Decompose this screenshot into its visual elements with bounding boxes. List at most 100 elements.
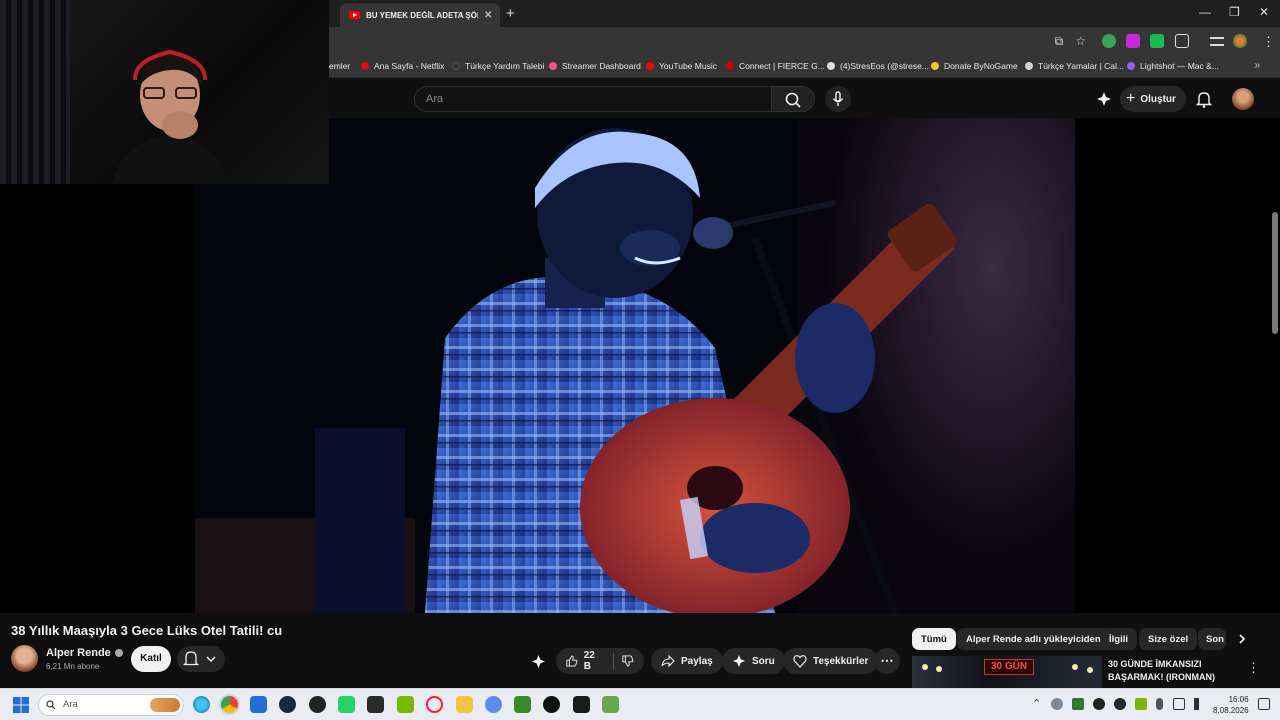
reading-list-icon[interactable] (1210, 37, 1224, 46)
thumbnail-badge-text: 30 GÜN (984, 659, 1034, 675)
channel-avatar[interactable] (11, 645, 38, 672)
bookmark-item[interactable]: emler (329, 61, 350, 71)
extension-twitch-icon[interactable] (1126, 34, 1140, 48)
yamalar-icon (1025, 62, 1033, 70)
video-title: 38 Yıllık Maaşıyla 3 Gece Lüks Otel Tati… (11, 623, 283, 638)
microphone-icon (832, 91, 844, 106)
browser-tab-active[interactable]: BU YEMEK DEĞİL ADETA ŞÖLEN ✕ (340, 3, 500, 27)
subscriber-count: 6,21 Mn abone (46, 662, 100, 671)
extension-shield-icon[interactable] (1102, 34, 1116, 48)
media-player-app-icon[interactable] (573, 696, 590, 713)
page-scrollbar[interactable] (1272, 212, 1278, 334)
chip-all[interactable]: Tümü (912, 628, 956, 650)
bookmark-item[interactable]: Ana Sayfa - Netflix (361, 61, 444, 71)
youtube-music-icon (646, 62, 654, 70)
minimize-icon[interactable]: — (1199, 5, 1211, 19)
search-input[interactable]: Ara (414, 86, 772, 112)
create-button[interactable]: + Oluştur (1120, 86, 1186, 112)
tray-microphone-icon[interactable] (1156, 698, 1163, 710)
bookmark-item[interactable]: Connect | FIERCE G... (726, 61, 825, 71)
search-button[interactable] (771, 86, 815, 112)
share-button[interactable]: Paylaş (651, 648, 723, 674)
gemini-sparkle-icon[interactable] (1096, 91, 1112, 107)
recommendation-menu-icon[interactable]: ⋮ (1247, 660, 1260, 676)
bookmark-item[interactable]: Türkçe Yardım Talebi (452, 61, 544, 71)
chip-for-you[interactable]: Size özel (1139, 628, 1198, 650)
bookmark-star-icon[interactable]: ☆ (1075, 34, 1086, 49)
tray-cloud-icon[interactable] (1051, 698, 1063, 710)
tray-notification-icon[interactable] (1258, 698, 1270, 710)
like-count[interactable]: 22 B (584, 650, 602, 672)
bookmark-item[interactable]: Donate ByNoGame (931, 61, 1018, 71)
tray-volume-icon[interactable] (1194, 698, 1206, 710)
tray-network-icon[interactable] (1173, 698, 1185, 710)
game-cube-app-icon[interactable] (602, 696, 619, 713)
steam-app-icon[interactable] (279, 696, 296, 713)
chip-recent[interactable]: Son (1198, 628, 1226, 650)
thanks-heart-dollar-icon (793, 655, 807, 668)
channel-name[interactable]: Alper Rende (46, 647, 111, 659)
like-thumb-icon[interactable] (566, 654, 578, 668)
more-actions-button[interactable]: ⋯ (874, 648, 900, 674)
tab-title: BU YEMEK DEĞİL ADETA ŞÖLEN (366, 10, 478, 20)
taskbar-clock[interactable]: 16:06 8.08.2026 (1213, 694, 1249, 716)
edge-app-icon[interactable] (193, 696, 210, 713)
chip-related[interactable]: İlgili (1100, 628, 1137, 650)
opera-app-icon[interactable] (426, 696, 443, 713)
video-player[interactable] (195, 118, 1075, 613)
ask-gemini-sparkle-icon[interactable] (531, 654, 546, 669)
voice-search-button[interactable] (825, 86, 851, 112)
extensions-puzzle-icon[interactable] (1175, 34, 1189, 48)
tray-steam-icon[interactable] (1114, 698, 1126, 710)
tray-obs-icon[interactable] (1093, 698, 1105, 710)
epic-games-app-icon[interactable] (367, 696, 384, 713)
like-divider (613, 653, 615, 669)
ask-sparkle-icon (732, 654, 746, 668)
tray-app-icon[interactable] (1072, 698, 1084, 710)
bookmarks-overflow-icon[interactable]: » (1254, 60, 1260, 71)
plus-icon: + (1126, 90, 1136, 107)
video-frame-image (195, 118, 1075, 613)
chips-next-chevron-icon[interactable] (1236, 633, 1248, 645)
chrome-app-icon[interactable] (221, 696, 238, 713)
account-avatar[interactable] (1232, 88, 1254, 110)
obs-app-icon[interactable] (309, 696, 326, 713)
whatsapp-app-icon[interactable] (338, 696, 355, 713)
more-horizontal-icon: ⋯ (880, 653, 894, 668)
tray-nvidia-icon[interactable] (1135, 698, 1147, 710)
connector-app-icon[interactable] (485, 696, 502, 713)
notifications-bell-icon[interactable] (1196, 90, 1212, 108)
install-app-icon[interactable]: ⧉ (1055, 34, 1064, 49)
close-window-icon[interactable]: ✕ (1259, 5, 1269, 19)
ask-button[interactable]: Soru (722, 648, 785, 674)
bookmark-item[interactable]: (4)StresEos (@strese... (827, 61, 929, 71)
dislike-thumb-icon[interactable] (622, 654, 634, 668)
github-app-icon[interactable] (543, 696, 560, 713)
extension-kick-icon[interactable] (1150, 34, 1164, 48)
restore-icon[interactable]: ❐ (1229, 5, 1240, 19)
share-arrow-icon (661, 654, 675, 668)
channel-name-row[interactable]: Alper Rende (46, 647, 123, 659)
youtube-favicon-icon (349, 11, 360, 19)
bookmark-item[interactable]: YouTube Music (646, 61, 717, 71)
join-button[interactable]: Katıl (131, 646, 171, 672)
store-app-icon[interactable] (250, 696, 267, 713)
recommendation-thumbnail[interactable]: 30 GÜN (912, 656, 1102, 688)
recommendation-title[interactable]: 30 GÜNDE İMKANSIZI BAŞARMAK! (IRONMAN) (1108, 658, 1215, 684)
nvidia-app-icon[interactable] (397, 696, 414, 713)
profile-avatar-icon[interactable] (1233, 34, 1247, 48)
windows-start-icon[interactable] (13, 697, 29, 713)
tray-overflow-chevron-icon[interactable]: ⌃ (1032, 697, 1041, 710)
bookmark-item[interactable]: Türkçe Yamalar | Cal... (1025, 61, 1124, 71)
file-explorer-app-icon[interactable] (456, 696, 473, 713)
tab-close-icon[interactable]: ✕ (484, 10, 492, 21)
taskbar-search-input[interactable]: Ara (38, 694, 184, 716)
bookmark-item[interactable]: Streamer Dashboard (549, 61, 641, 71)
chip-from-uploader[interactable]: Alper Rende adlı yükleyiciden (957, 628, 1110, 650)
thanks-button[interactable]: Teşekkürler (783, 648, 879, 674)
browser-menu-icon[interactable]: ⋮ (1262, 34, 1275, 50)
minecraft-app-icon[interactable] (514, 696, 531, 713)
new-tab-button[interactable]: + (506, 5, 515, 22)
subscription-bell-button[interactable] (177, 646, 225, 672)
bookmark-item[interactable]: Lightshot — Mac &... (1127, 61, 1219, 71)
